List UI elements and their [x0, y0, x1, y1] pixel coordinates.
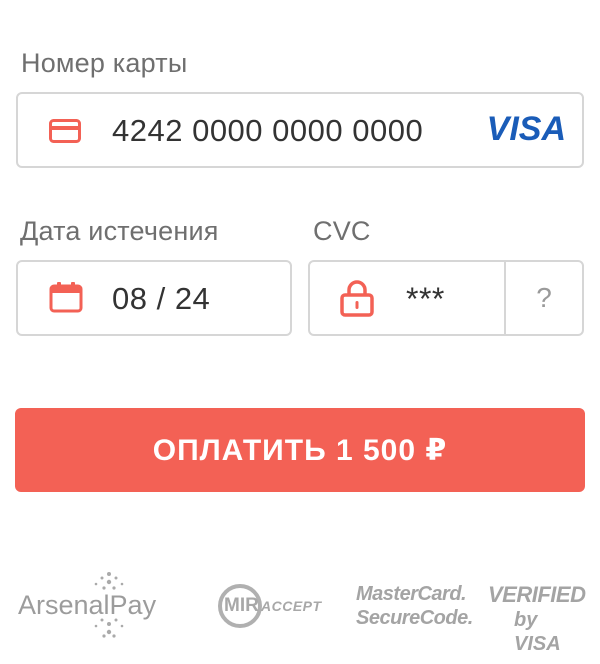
verified-line2: by VISA — [514, 609, 561, 655]
visa-logo: VISA — [486, 110, 566, 148]
credit-card-icon — [49, 119, 81, 148]
mastercard-line2: SecureCode. — [356, 607, 473, 629]
card-number-label: Номер карты — [21, 48, 188, 78]
cvc-field[interactable]: *** ? — [308, 260, 584, 336]
card-number-field[interactable]: 4242 0000 0000 0000 VISA — [16, 92, 584, 168]
accept-word: ACCEPT — [261, 598, 322, 614]
verified-line1: VERIFIED — [488, 582, 586, 607]
lock-icon — [340, 279, 374, 322]
expiry-input[interactable]: 08 / 24 — [112, 281, 210, 317]
expiry-label: Дата истечения — [20, 216, 219, 246]
expiry-field[interactable]: 08 / 24 — [16, 260, 292, 336]
card-number-input[interactable]: 4242 0000 0000 0000 — [112, 113, 423, 149]
mastercard-line1: MasterCard. — [356, 583, 467, 605]
mastercard-securecode-logo: MasterCard. SecureCode. — [356, 582, 473, 634]
cvc-help-button[interactable]: ? — [504, 262, 582, 334]
mir-accept-logo: MIR ACCEPT — [217, 583, 327, 629]
cvc-label: CVC — [313, 216, 371, 246]
arsenalpay-text: ArsenalPay — [18, 590, 157, 620]
mir-mark: MIR — [224, 595, 259, 616]
cvc-input[interactable]: *** — [406, 281, 445, 318]
arsenalpay-logo: ArsenalPay — [18, 566, 168, 646]
pay-button[interactable]: ОПЛАТИТЬ 1 500 ₽ — [15, 408, 585, 492]
calendar-icon — [49, 281, 83, 318]
verified-by-visa-logo: VERIFIED by VISA — [488, 582, 588, 655]
